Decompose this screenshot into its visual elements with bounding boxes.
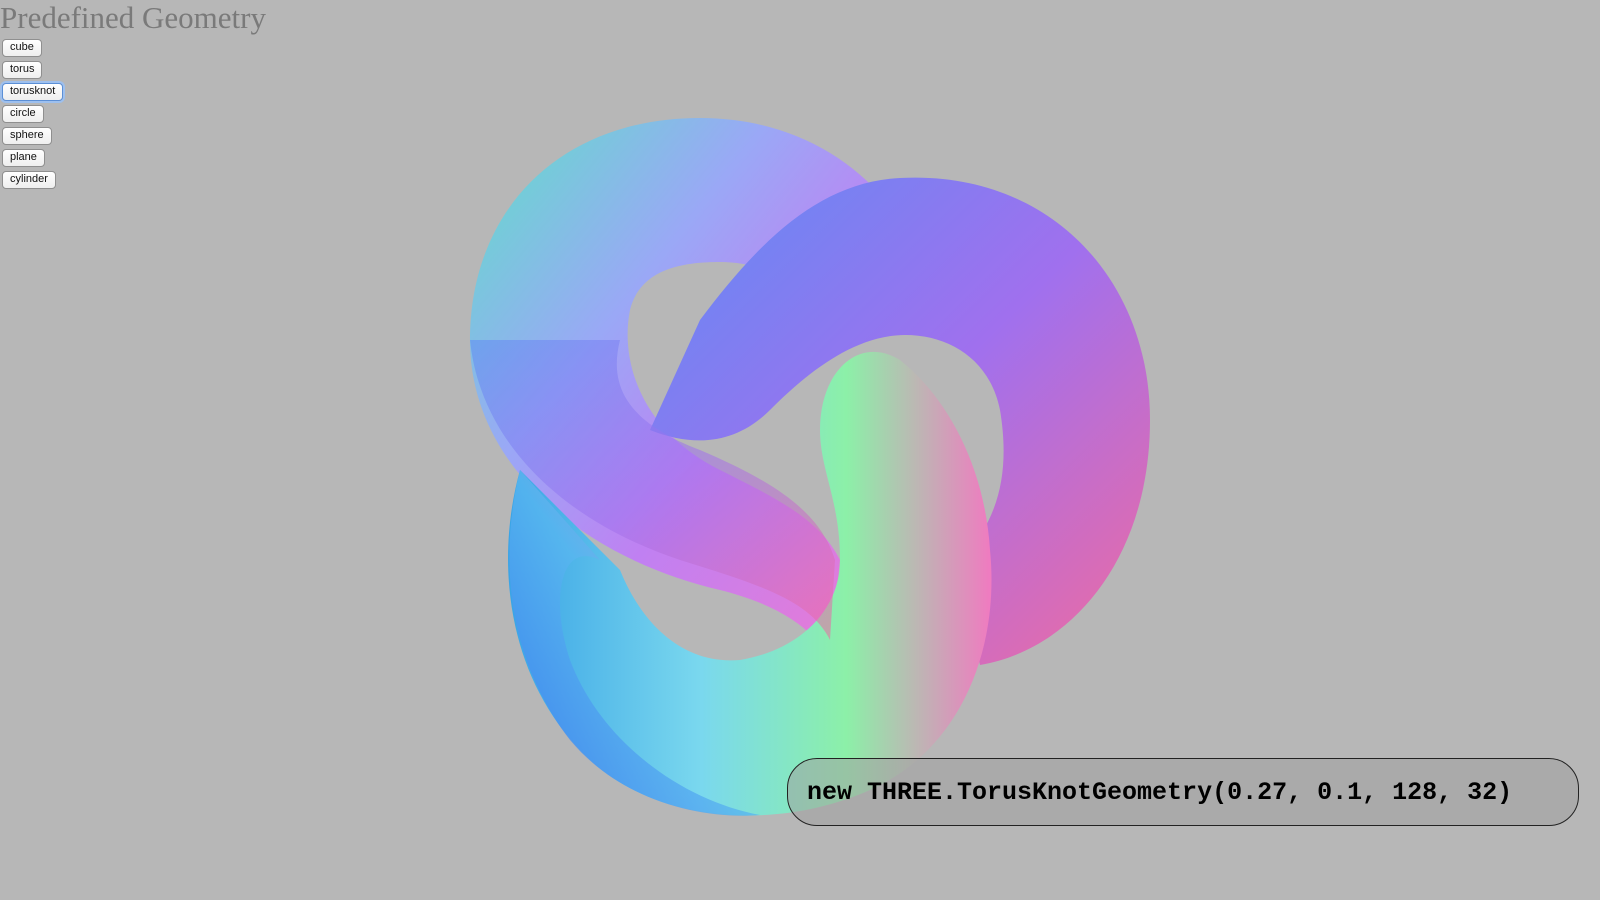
geometry-code-label: new THREE.TorusKnotGeometry(0.27, 0.1, 1… xyxy=(787,758,1579,826)
torus-button[interactable]: torus xyxy=(2,61,43,79)
geometry-button-panel: cube torus torusknot circle sphere plane… xyxy=(2,39,64,189)
sphere-button[interactable]: sphere xyxy=(2,127,52,145)
plane-button[interactable]: plane xyxy=(2,149,45,167)
circle-button[interactable]: circle xyxy=(2,105,44,123)
app-root: Predefined Geometry cube torus torusknot… xyxy=(0,0,1600,900)
cylinder-button[interactable]: cylinder xyxy=(2,171,56,189)
torus-knot-mesh xyxy=(470,118,1150,816)
cube-button[interactable]: cube xyxy=(2,39,42,57)
torusknot-button[interactable]: torusknot xyxy=(2,83,64,101)
page-title: Predefined Geometry xyxy=(0,0,266,35)
